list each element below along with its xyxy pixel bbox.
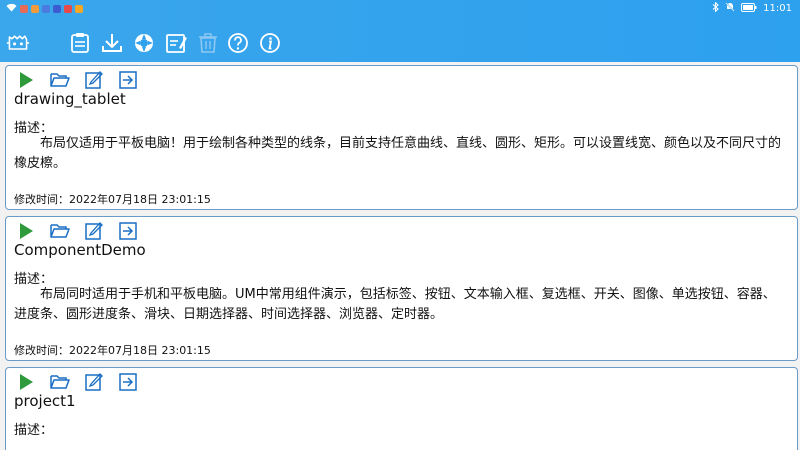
export-button[interactable] [118,70,138,90]
play-icon [20,72,33,88]
app-icon-2 [31,5,39,13]
lifebuoy-button[interactable] [132,31,156,55]
mute-icon [725,2,735,15]
run-button[interactable] [16,221,36,241]
export-icon [119,373,137,391]
edit-icon [85,222,103,240]
wifi-icon [6,3,17,15]
project-name: drawing_tablet [14,90,126,108]
toolbar [0,26,800,60]
play-icon [20,374,33,390]
modified-value: 2022年07月18日 23:01:15 [69,193,211,206]
info-icon [260,33,280,53]
clipboard-icon [71,33,89,53]
open-folder-button[interactable] [50,70,70,90]
run-button[interactable] [16,372,36,392]
project-description: 布局仅适用于平板电脑！用于绘制各种类型的线条，目前支持任意曲线、直线、圆形、矩形… [14,136,782,171]
modified-value: 2022年07月18日 23:01:15 [69,344,211,357]
project-card: drawing_tablet 描述： 布局仅适用于平板电脑！用于绘制各种类型的线… [5,65,798,210]
folder-open-icon [50,73,70,87]
export-button[interactable] [118,221,138,241]
help-button[interactable] [226,31,250,55]
battery-icon [741,2,757,15]
description-label: 描述： [14,423,54,438]
project-card: project1 描述： [5,367,798,450]
app-icon-4 [53,5,61,13]
download-icon [102,34,122,52]
edit-icon [166,34,187,53]
project-name: project1 [14,392,76,410]
delete-button[interactable] [196,31,220,55]
edit-icon [85,373,103,391]
lifebuoy-icon [135,34,153,52]
open-folder-button[interactable] [50,221,70,241]
edit-project-button[interactable] [84,70,104,90]
folder-open-icon [50,375,70,389]
export-button[interactable] [118,372,138,392]
clipboard-button[interactable] [68,31,92,55]
app-icon-5 [64,5,72,13]
app-icon-1 [20,5,28,13]
app-icon-3 [42,5,50,13]
edit-project-button[interactable] [84,372,104,392]
modified-label: 修改时间： [14,344,69,357]
open-folder-button[interactable] [50,372,70,392]
app-icon-6 [75,5,83,13]
modified-time: 修改时间：2022年07月18日 23:01:15 [14,342,211,358]
modified-label: 修改时间： [14,193,69,206]
robot-logo-icon [6,31,30,55]
project-name: ComponentDemo [14,241,146,259]
download-button[interactable] [100,31,124,55]
run-button[interactable] [16,70,36,90]
edit-project-button[interactable] [84,221,104,241]
export-icon [119,71,137,89]
export-icon [119,222,137,240]
trash-icon [199,33,217,53]
project-description: 布局同时适用于手机和平板电脑。UM中常用组件演示，包括标签、按钮、文本输入框、复… [14,287,776,322]
question-icon [228,33,248,53]
clock: 11:01 [763,3,792,14]
project-card: ComponentDemo 描述： 布局同时适用于手机和平板电脑。UM中常用组件… [5,216,798,361]
status-bar: 11:01 [0,0,800,18]
edit-icon [85,71,103,89]
app-header: 11:01 [0,0,800,62]
bluetooth-icon [712,1,719,15]
project-list: drawing_tablet 描述： 布局仅适用于平板电脑！用于绘制各种类型的线… [0,62,800,450]
modified-time: 修改时间：2022年07月18日 23:01:15 [14,191,211,207]
folder-open-icon [50,224,70,238]
edit-button[interactable] [164,31,188,55]
info-button[interactable] [258,31,282,55]
play-icon [20,223,33,239]
